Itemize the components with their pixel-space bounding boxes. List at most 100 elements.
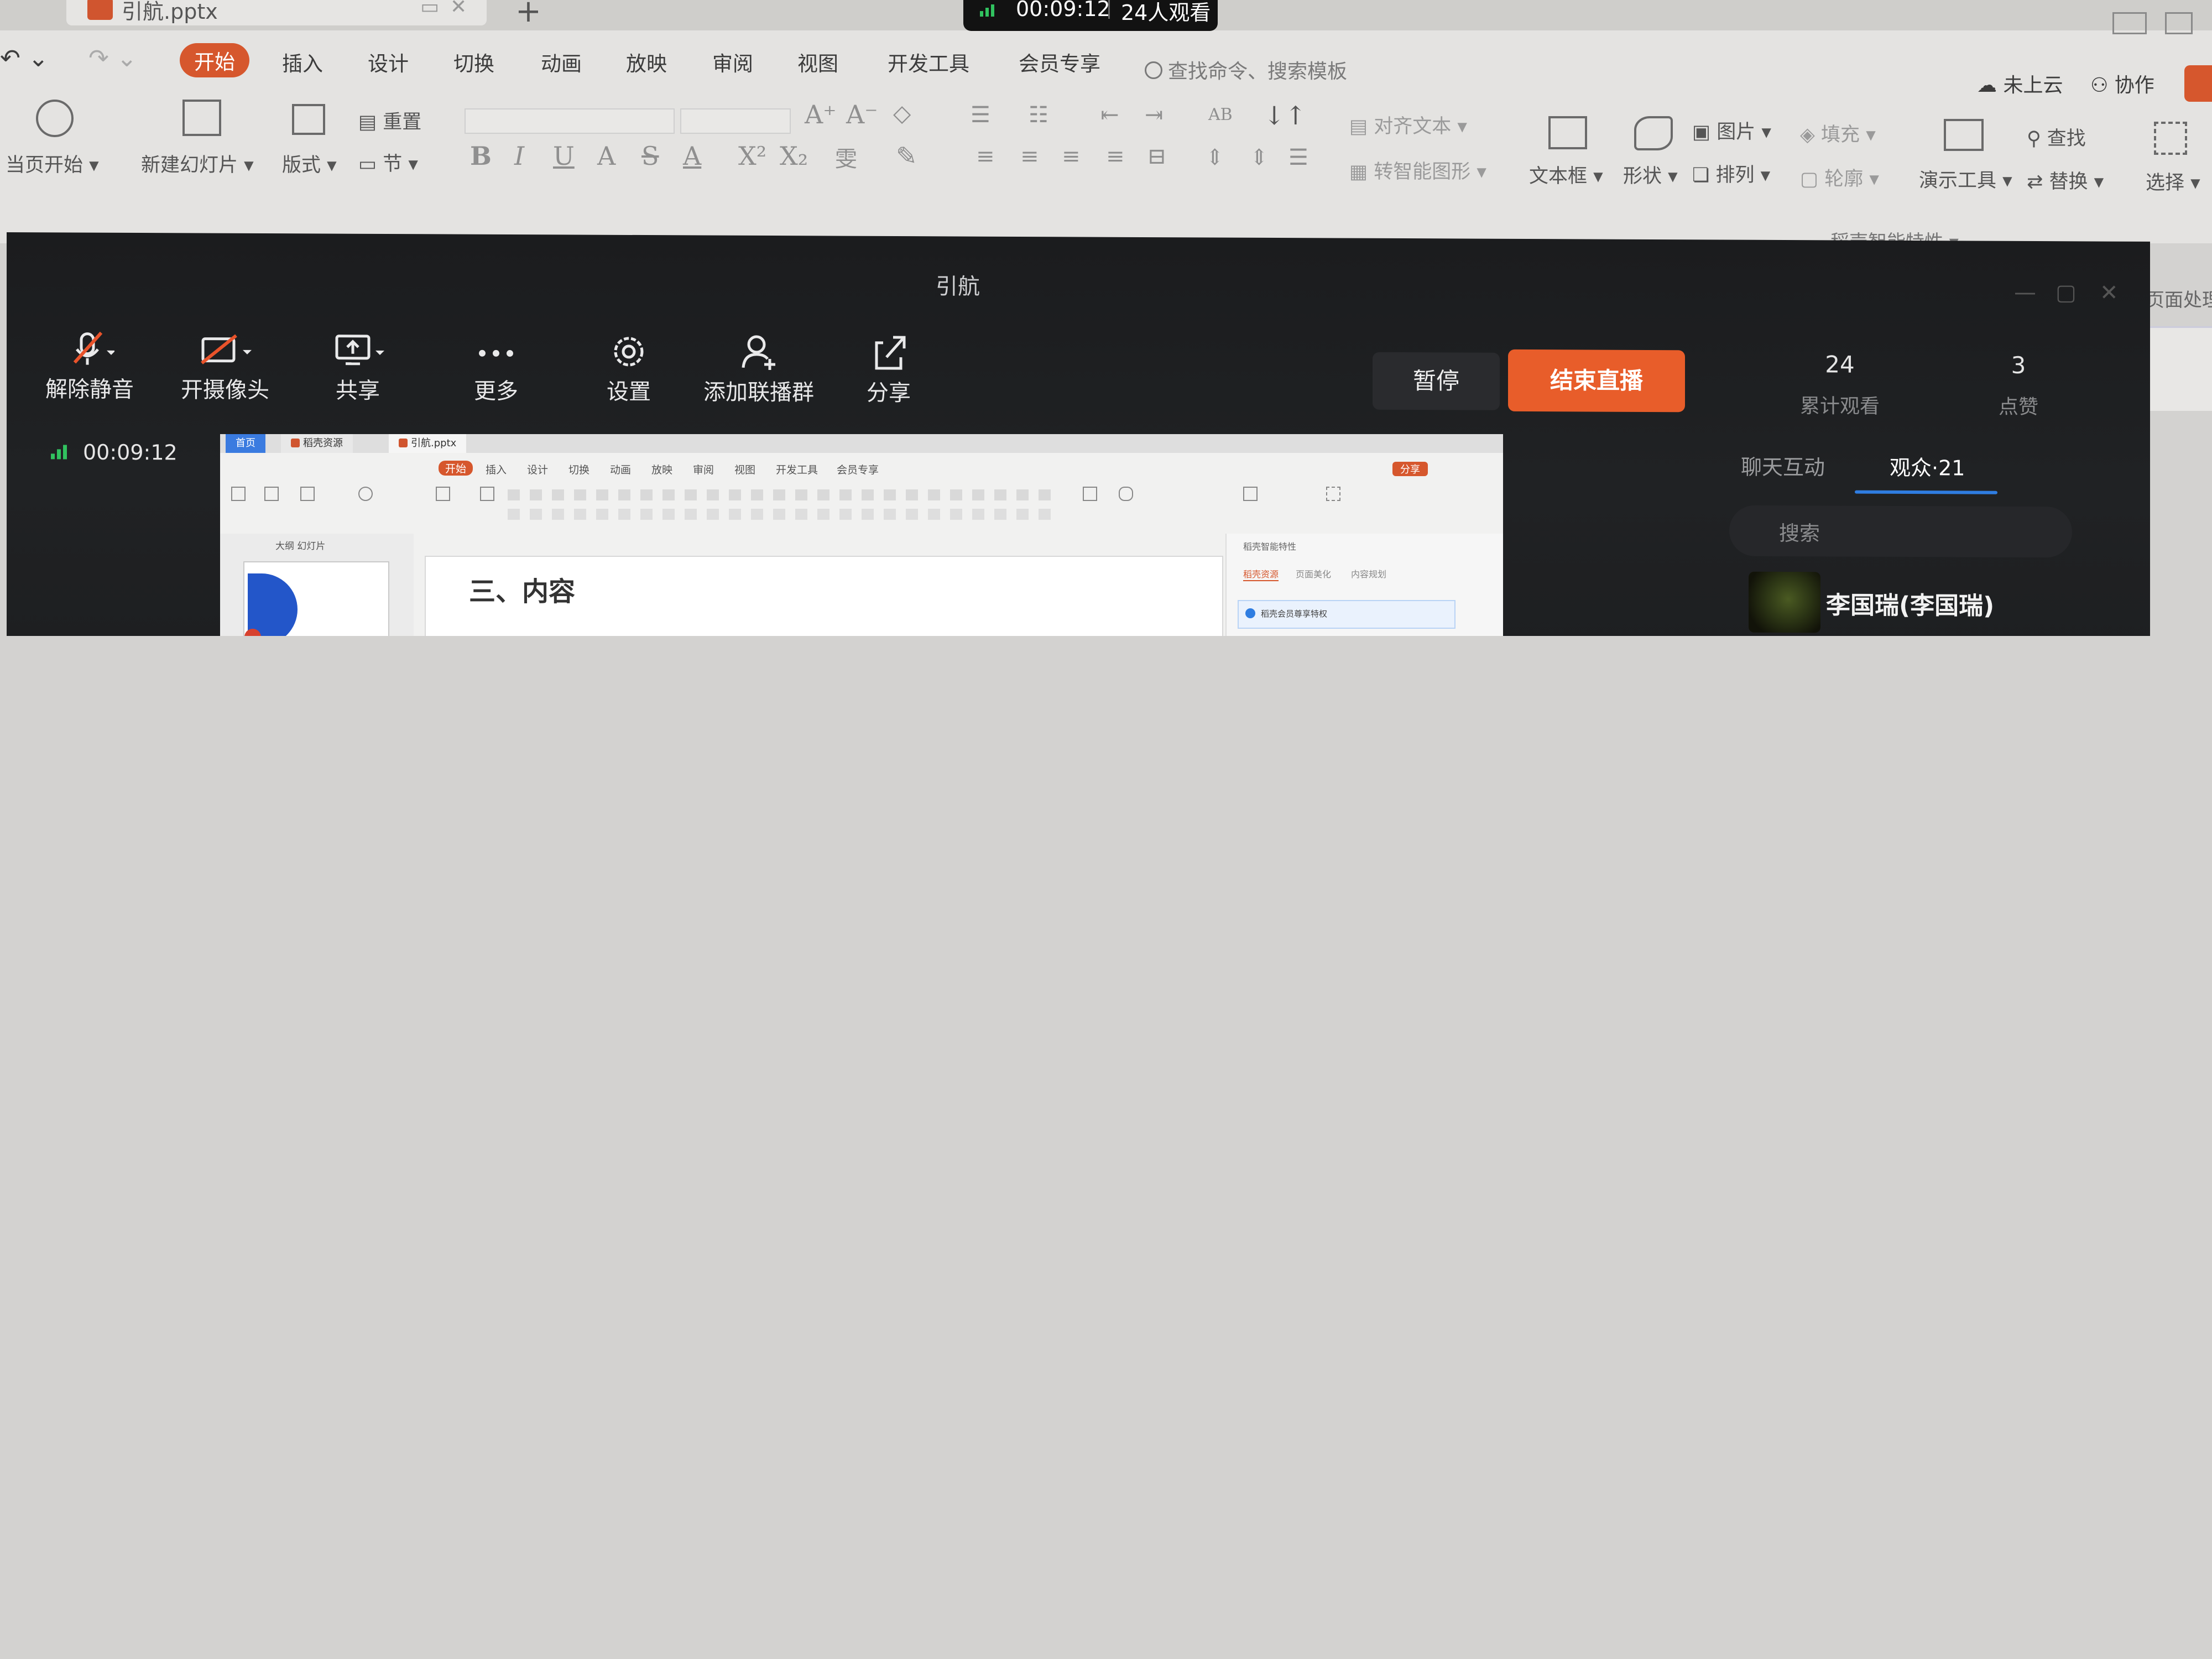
menu-slideshow[interactable]: 放映	[626, 47, 667, 77]
highlight-icon[interactable]: ✎	[896, 141, 917, 171]
textbox-label[interactable]: 文本框 ▾	[1529, 160, 1603, 189]
minimize-icon[interactable]: —	[2014, 280, 2036, 305]
section-button[interactable]: ▭ 节 ▾	[358, 148, 418, 176]
align-left-icon[interactable]: ≡	[976, 144, 995, 169]
text-effect-icon[interactable]: A	[597, 141, 615, 171]
present-tools-label[interactable]: 演示工具 ▾	[1919, 165, 2012, 193]
new-slide-label[interactable]: 新建幻灯片 ▾	[141, 149, 254, 178]
info-icon	[1245, 608, 1255, 618]
font-grow-icon[interactable]: A⁺	[805, 100, 837, 129]
add-co-host-group-button[interactable]: 添加联播群	[701, 332, 817, 406]
close-icon[interactable]: ✕	[2100, 280, 2119, 306]
share-link-button[interactable]: 分享	[831, 333, 947, 408]
font-name-dropdown[interactable]	[465, 108, 675, 134]
font-size-dropdown[interactable]	[680, 108, 791, 134]
clear-format-icon[interactable]: ◇	[893, 100, 911, 127]
preview-panel-head: 稻壳智能特性	[1243, 541, 1297, 552]
replace-button[interactable]: ⇄ 替换 ▾	[2027, 166, 2104, 194]
collaborate-label: 协作	[2114, 74, 2154, 97]
window-grid-icon[interactable]	[2165, 12, 2193, 34]
fill-button[interactable]: ◈ 填充 ▾	[1800, 119, 1876, 147]
picture-button[interactable]: ▣ 图片 ▾	[1692, 116, 1771, 144]
tab-audience[interactable]: 观众·21	[1890, 451, 1965, 482]
window-layout-icon[interactable]	[2112, 12, 2147, 34]
bullets-icon[interactable]: ☰	[971, 102, 990, 128]
from-current-label[interactable]: 当页开始 ▾	[6, 149, 99, 178]
photo-region: 引航.pptx ▭✕ + ↶ ⌄ ↷ ⌄ 开始 插入 设计 切换 动画 放映 审…	[0, 0, 2212, 636]
new-slide-icon[interactable]	[182, 100, 221, 136]
new-tab-icon[interactable]: +	[515, 0, 541, 29]
arrange-button[interactable]: ❏ 排列 ▾	[1692, 159, 1770, 187]
justify-icon[interactable]: ≡	[1106, 144, 1125, 169]
camera-button[interactable]: 开摄像头	[167, 330, 283, 404]
sort-icon[interactable]: ↓↑	[1264, 101, 1306, 131]
preview-tab-home: 首页	[226, 434, 265, 453]
audience-search[interactable]: 搜索	[1729, 505, 2072, 558]
preview-ribbon-icon	[300, 487, 315, 501]
superscript-icon[interactable]: X²	[738, 141, 766, 171]
numbering-icon[interactable]: ☷	[1029, 102, 1048, 128]
preview-panel-tab: 稻壳资源	[1243, 567, 1279, 581]
bold-icon[interactable]: B	[470, 141, 492, 171]
italic-icon[interactable]: I	[514, 141, 524, 171]
menu-home[interactable]: 开始	[180, 43, 249, 77]
likes-stat: 3 点赞	[1958, 351, 2079, 420]
phonetic-icon[interactable]: 雯	[835, 141, 857, 173]
line-spacing-icon[interactable]: ⇕	[1206, 145, 1224, 170]
font-color-icon[interactable]: A	[683, 141, 701, 171]
menu-transition[interactable]: 切换	[453, 47, 494, 77]
reset-button[interactable]: ▤ 重置	[358, 106, 421, 134]
outline-button[interactable]: ▢ 轮廓 ▾	[1800, 163, 1879, 191]
menu-review[interactable]: 审阅	[712, 47, 753, 77]
underline-icon[interactable]: U	[553, 141, 575, 171]
distribute-icon[interactable]: ⊟	[1147, 144, 1166, 169]
indent-decrease-icon[interactable]: ⇤	[1100, 102, 1119, 128]
layout-icon[interactable]	[292, 104, 325, 135]
more-button[interactable]: 更多	[438, 331, 554, 405]
indent-increase-icon[interactable]: ⇥	[1145, 102, 1164, 128]
align-center-icon[interactable]: ≡	[1020, 144, 1039, 169]
menu-developer[interactable]: 开发工具	[888, 47, 969, 77]
para-spacing-icon[interactable]: ⇕	[1250, 145, 1269, 170]
tab-close-icon[interactable]: ▭✕	[420, 0, 478, 18]
settings-button[interactable]: 设置	[571, 331, 687, 406]
document-tab[interactable]: 引航.pptx ▭✕	[66, 0, 487, 25]
subscript-icon[interactable]: X₂	[780, 141, 808, 171]
quick-redo-icon[interactable]: ↷ ⌄	[88, 44, 137, 72]
select-icon[interactable]	[2154, 122, 2187, 155]
maximize-icon[interactable]: ▢	[2056, 280, 2077, 305]
pause-button[interactable]: 暂停	[1373, 352, 1500, 410]
audience-search-placeholder: 搜索	[1779, 521, 1820, 546]
play-from-current-icon[interactable]	[36, 100, 74, 137]
cloud-status[interactable]: ☁ 未上云	[1977, 69, 2063, 98]
menu-view[interactable]: 视图	[797, 47, 838, 77]
end-live-button[interactable]: 结束直播	[1508, 349, 1685, 413]
smartart-button[interactable]: ▦ 转智能图形 ▾	[1349, 156, 1486, 184]
strikethrough-icon[interactable]: S	[641, 141, 659, 171]
tab-chat[interactable]: 聊天互动	[1741, 450, 1825, 481]
command-search[interactable]: 查找命令、搜索模板	[1145, 55, 1347, 84]
menu-design[interactable]: 设计	[368, 47, 409, 77]
menu-member[interactable]: 会员专享	[1019, 47, 1100, 77]
menu-animation[interactable]: 动画	[541, 47, 582, 77]
unmute-button[interactable]: 解除静音	[32, 329, 148, 404]
share-screen-button[interactable]: 共享	[300, 330, 416, 405]
share-button-corner[interactable]	[2184, 65, 2212, 102]
present-tools-icon[interactable]	[1944, 119, 1984, 151]
align-right-icon[interactable]: ≡	[1062, 144, 1081, 169]
textbox-icon[interactable]	[1548, 116, 1587, 149]
font-shrink-icon[interactable]: A⁻	[846, 100, 878, 129]
preview-share-button: 分享	[1392, 462, 1428, 476]
text-direction-icon[interactable]: AB	[1208, 105, 1233, 124]
page-processing-label: 页面处理	[2146, 289, 2212, 311]
quick-undo-icon[interactable]: ↶ ⌄	[0, 44, 49, 72]
layout-label[interactable]: 版式 ▾	[282, 149, 337, 178]
shape-icon[interactable]	[1634, 116, 1673, 150]
collaborate-button[interactable]: ⚇ 协作	[2090, 69, 2154, 98]
menu-insert[interactable]: 插入	[282, 47, 323, 77]
align-text-button[interactable]: ▤ 对齐文本 ▾	[1349, 111, 1467, 139]
shape-label[interactable]: 形状 ▾	[1623, 160, 1678, 189]
find-button[interactable]: ⚲ 查找	[2027, 123, 2086, 151]
select-label[interactable]: 选择 ▾	[2146, 167, 2200, 195]
columns-icon[interactable]: ☰	[1288, 145, 1308, 170]
